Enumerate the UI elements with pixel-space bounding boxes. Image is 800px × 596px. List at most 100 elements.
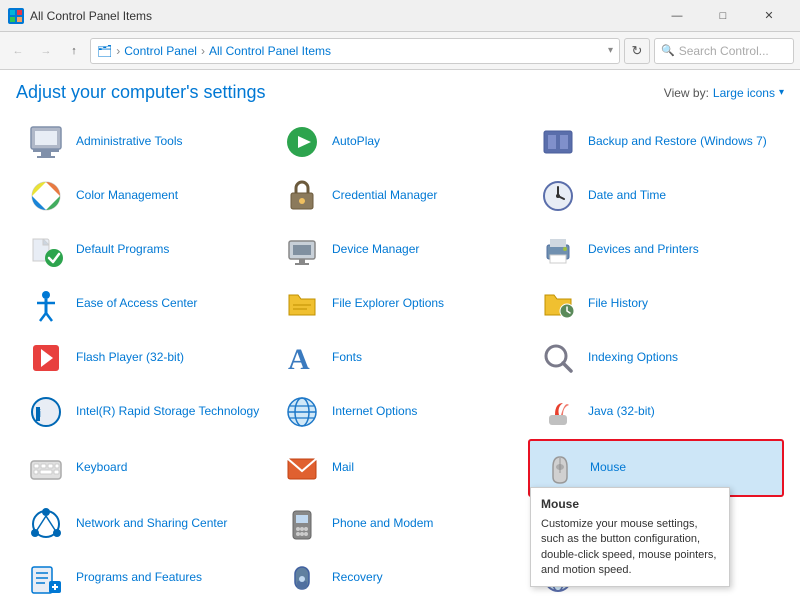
up-button[interactable]: ↑	[62, 39, 86, 63]
grid-item-keyboard[interactable]: Keyboard	[16, 439, 272, 497]
item-icon-date-time	[538, 176, 578, 216]
back-button[interactable]: ←	[6, 39, 30, 63]
item-label-keyboard: Keyboard	[76, 460, 127, 476]
grid-item-color-management[interactable]: Color Management	[16, 169, 272, 223]
grid-item-mail[interactable]: Mail	[272, 439, 528, 497]
item-label-credential-manager: Credential Manager	[332, 188, 437, 204]
titlebar-icon	[8, 8, 24, 24]
item-icon-backup-restore	[538, 122, 578, 162]
item-icon-recovery	[282, 558, 322, 596]
item-label-backup-restore: Backup and Restore (Windows 7)	[588, 134, 767, 150]
item-label-recovery: Recovery	[332, 570, 383, 586]
breadcrumb-icon: 🗂	[97, 44, 112, 58]
forward-button[interactable]: →	[34, 39, 58, 63]
grid-scroll: Administrative Tools AutoPlay Backup and R…	[16, 115, 784, 596]
item-icon-ease-of-access	[26, 284, 66, 324]
grid-item-fonts[interactable]: A Fonts	[272, 331, 528, 385]
item-label-intel-rapid: Intel(R) Rapid Storage Technology	[76, 404, 259, 420]
grid-item-flash-player[interactable]: Flash Player (32-bit)	[16, 331, 272, 385]
item-label-fonts: Fonts	[332, 350, 362, 366]
tooltip-title: Mouse	[541, 496, 719, 513]
item-icon-intel-rapid: i	[26, 392, 66, 432]
grid-item-network-sharing[interactable]: Network and Sharing Center	[16, 497, 272, 551]
item-icon-internet-options	[282, 392, 322, 432]
refresh-button[interactable]: ↻	[624, 38, 650, 64]
item-label-file-explorer: File Explorer Options	[332, 296, 444, 312]
addressbar: ← → ↑ 🗂 › Control Panel › All Control Pa…	[0, 32, 800, 70]
grid-item-devices-printers[interactable]: Devices and Printers	[528, 223, 784, 277]
grid-item-file-explorer[interactable]: File Explorer Options	[272, 277, 528, 331]
page-title: Adjust your computer's settings	[16, 82, 266, 103]
grid-item-autoplay[interactable]: AutoPlay	[272, 115, 528, 169]
item-icon-file-history	[538, 284, 578, 324]
item-label-device-manager: Device Manager	[332, 242, 419, 258]
grid-item-file-history[interactable]: File History	[528, 277, 784, 331]
view-by-arrow[interactable]: ▾	[779, 87, 784, 98]
item-icon-mouse	[540, 448, 580, 488]
item-label-network-sharing: Network and Sharing Center	[76, 516, 227, 532]
item-icon-flash-player	[26, 338, 66, 378]
grid-item-java[interactable]: Java (32-bit)	[528, 385, 784, 439]
grid-item-backup-restore[interactable]: Backup and Restore (Windows 7)	[528, 115, 784, 169]
item-icon-color-management	[26, 176, 66, 216]
item-label-file-history: File History	[588, 296, 648, 312]
items-grid: Administrative Tools AutoPlay Backup and R…	[16, 115, 784, 596]
breadcrumb-control-panel[interactable]: Control Panel	[124, 44, 197, 58]
grid-item-device-manager[interactable]: Device Manager	[272, 223, 528, 277]
address-dropdown[interactable]: ▾	[608, 45, 613, 56]
main-content: Adjust your computer's settings View by:…	[0, 70, 800, 596]
item-icon-network-sharing	[26, 504, 66, 544]
grid-item-date-time[interactable]: Date and Time	[528, 169, 784, 223]
search-box[interactable]: 🔍 Search Control...	[654, 38, 794, 64]
item-label-flash-player: Flash Player (32-bit)	[76, 350, 184, 366]
grid-item-intel-rapid[interactable]: i Intel(R) Rapid Storage Technology	[16, 385, 272, 439]
view-by-value[interactable]: Large icons	[713, 86, 775, 100]
grid-item-indexing[interactable]: Indexing Options	[528, 331, 784, 385]
item-label-ease-of-access: Ease of Access Center	[76, 296, 197, 312]
grid-item-ease-of-access[interactable]: Ease of Access Center	[16, 277, 272, 331]
grid-item-internet-options[interactable]: Internet Options	[272, 385, 528, 439]
breadcrumb-all-items[interactable]: All Control Panel Items	[209, 44, 331, 58]
tooltip-body: Customize your mouse settings, such as t…	[541, 517, 719, 579]
titlebar-controls: — □ ✕	[654, 0, 792, 32]
item-icon-mail	[282, 448, 322, 488]
titlebar-title: All Control Panel Items	[30, 9, 654, 23]
maximize-button[interactable]: □	[700, 0, 746, 32]
view-by: View by: Large icons ▾	[664, 86, 784, 100]
item-icon-devices-printers	[538, 230, 578, 270]
search-placeholder: Search Control...	[679, 44, 769, 58]
item-icon-device-manager	[282, 230, 322, 270]
titlebar: All Control Panel Items — □ ✕	[0, 0, 800, 32]
item-icon-java	[538, 392, 578, 432]
items-grid-container: Administrative Tools AutoPlay Backup and R…	[16, 115, 784, 596]
grid-item-programs-features[interactable]: Programs and Features	[16, 551, 272, 596]
item-icon-programs-features	[26, 558, 66, 596]
grid-item-phone-modem[interactable]: Phone and Modem	[272, 497, 528, 551]
item-label-admin-tools: Administrative Tools	[76, 134, 183, 150]
grid-item-admin-tools[interactable]: Administrative Tools	[16, 115, 272, 169]
item-icon-indexing	[538, 338, 578, 378]
item-label-programs-features: Programs and Features	[76, 570, 202, 586]
search-icon: 🔍	[661, 44, 675, 57]
item-label-autoplay: AutoPlay	[332, 134, 380, 150]
item-label-devices-printers: Devices and Printers	[588, 242, 699, 258]
item-icon-phone-modem	[282, 504, 322, 544]
item-icon-keyboard	[26, 448, 66, 488]
item-icon-file-explorer	[282, 284, 322, 324]
mouse-tooltip: Mouse Customize your mouse settings, such…	[530, 487, 730, 587]
item-icon-autoplay	[282, 122, 322, 162]
close-button[interactable]: ✕	[746, 0, 792, 32]
item-label-default-programs: Default Programs	[76, 242, 169, 258]
item-label-java: Java (32-bit)	[588, 404, 655, 420]
grid-item-mouse[interactable]: MouseMouseCustomize your mouse settings,…	[528, 439, 784, 497]
item-icon-fonts: A	[282, 338, 322, 378]
grid-item-default-programs[interactable]: Default Programs	[16, 223, 272, 277]
grid-item-recovery[interactable]: Recovery	[272, 551, 528, 596]
address-bar[interactable]: 🗂 › Control Panel › All Control Panel It…	[90, 38, 620, 64]
item-label-date-time: Date and Time	[588, 188, 666, 204]
minimize-button[interactable]: —	[654, 0, 700, 32]
breadcrumb: 🗂 › Control Panel › All Control Panel It…	[97, 44, 331, 58]
item-icon-admin-tools	[26, 122, 66, 162]
item-label-color-management: Color Management	[76, 188, 178, 204]
grid-item-credential-manager[interactable]: Credential Manager	[272, 169, 528, 223]
